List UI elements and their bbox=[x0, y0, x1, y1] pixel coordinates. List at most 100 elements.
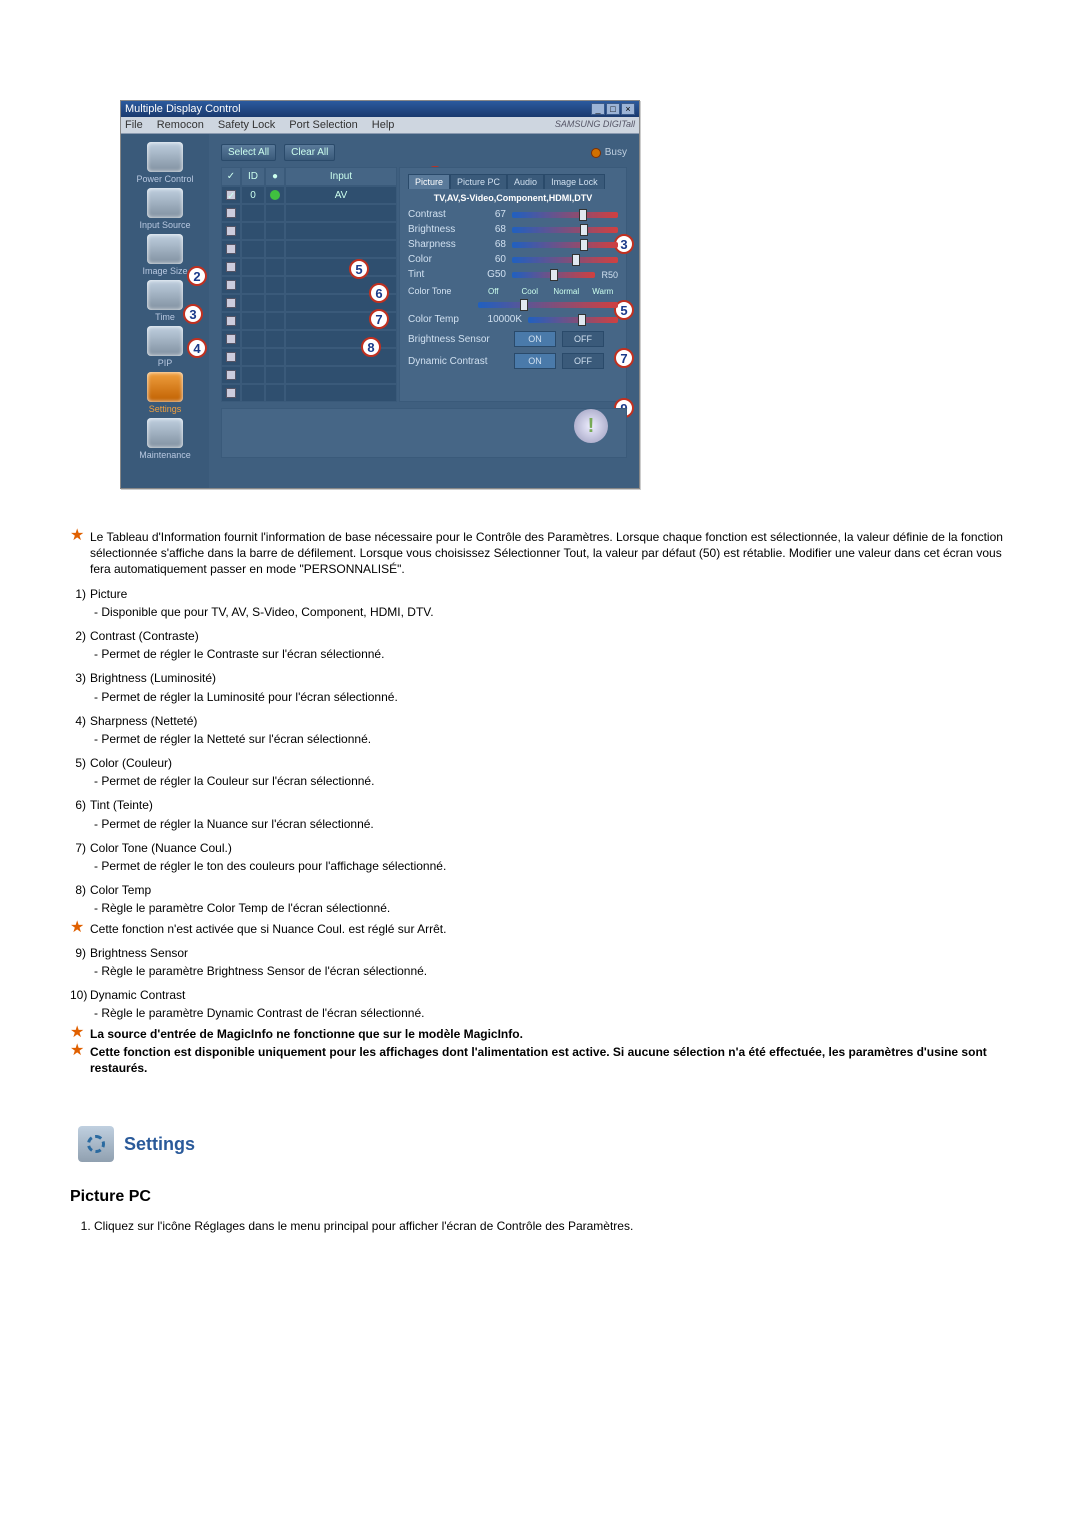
busy-dot-icon bbox=[591, 148, 601, 158]
note-colortemp: Cette fonction n'est activée que si Nuan… bbox=[90, 921, 446, 937]
row-checkbox[interactable] bbox=[226, 226, 236, 236]
row-id: 0 bbox=[241, 186, 265, 204]
tint-left: G50 bbox=[478, 269, 506, 280]
star-icon: ★ bbox=[70, 1044, 90, 1058]
sidebar-label: Image Size bbox=[142, 266, 187, 276]
row-status bbox=[265, 222, 285, 240]
row-checkbox[interactable] bbox=[226, 370, 236, 380]
maximize-icon[interactable]: □ bbox=[606, 103, 620, 115]
tab-picture[interactable]: Picture bbox=[408, 174, 450, 189]
minimize-icon[interactable]: _ bbox=[591, 103, 605, 115]
row-status bbox=[265, 186, 285, 204]
table-row[interactable] bbox=[221, 258, 397, 276]
item-title: Brightness (Luminosité) bbox=[90, 670, 216, 686]
table-row[interactable]: ✓0AV bbox=[221, 186, 397, 204]
table-row[interactable] bbox=[221, 384, 397, 402]
item-desc: - Permet de régler le ton des couleurs p… bbox=[94, 858, 1010, 874]
row-checkbox[interactable] bbox=[226, 352, 236, 362]
brightness-sensor-off[interactable]: OFF bbox=[562, 331, 604, 347]
contrast-slider[interactable] bbox=[512, 212, 618, 218]
close-icon[interactable]: × bbox=[621, 103, 635, 115]
doc-item: 3)Brightness (Luminosité) bbox=[70, 670, 1010, 686]
item-desc: - Règle le paramètre Color Temp de l'écr… bbox=[94, 900, 1010, 916]
color-tone-row: Color Tone Off Cool Normal Warm bbox=[408, 286, 618, 296]
sub-heading: Picture PC bbox=[70, 1186, 1010, 1208]
brightness-row: Brightness 68 bbox=[408, 224, 618, 235]
tone-cool[interactable]: Cool bbox=[515, 287, 546, 296]
gear-icon bbox=[87, 1135, 105, 1153]
dynamic-contrast-on[interactable]: ON bbox=[514, 353, 556, 369]
row-input bbox=[285, 384, 397, 402]
tone-off[interactable]: Off bbox=[478, 287, 509, 296]
brightness-sensor-label: Brightness Sensor bbox=[408, 334, 508, 345]
table-row[interactable] bbox=[221, 222, 397, 240]
color-temp-slider[interactable] bbox=[528, 317, 618, 323]
item-title: Contrast (Contraste) bbox=[90, 628, 199, 644]
sidebar-label: Input Source bbox=[139, 220, 190, 230]
row-checkbox[interactable] bbox=[226, 316, 236, 326]
select-all-button[interactable]: Select All bbox=[221, 144, 276, 161]
row-id bbox=[241, 294, 265, 312]
info-table: ✓ ID ● Input ✓0AV bbox=[221, 167, 397, 402]
sidebar-item-power-control[interactable]: Power Control bbox=[127, 142, 203, 184]
dynamic-contrast-off[interactable]: OFF bbox=[562, 353, 604, 369]
doc-item: 2)Contrast (Contraste) bbox=[70, 628, 1010, 644]
row-id bbox=[241, 330, 265, 348]
settings-icon bbox=[147, 372, 183, 402]
tint-slider[interactable] bbox=[512, 272, 595, 278]
menu-file[interactable]: File bbox=[125, 119, 143, 131]
color-slider[interactable] bbox=[512, 257, 618, 263]
callout-3: 3 bbox=[183, 304, 203, 324]
clear-all-button[interactable]: Clear All bbox=[284, 144, 335, 161]
brightness-sensor-on[interactable]: ON bbox=[514, 331, 556, 347]
tab-picture-pc[interactable]: Picture PC bbox=[450, 174, 507, 189]
item-number: 5) bbox=[70, 755, 90, 771]
menu-safety-lock[interactable]: Safety Lock bbox=[218, 119, 275, 131]
callout-6: 6 bbox=[369, 283, 389, 303]
th-input: Input bbox=[285, 167, 397, 186]
table-row[interactable] bbox=[221, 240, 397, 258]
tab-image-lock[interactable]: Image Lock bbox=[544, 174, 605, 189]
item-title: Dynamic Contrast bbox=[90, 987, 185, 1003]
steps-list: Cliquez sur l'icône Réglages dans le men… bbox=[94, 1218, 1010, 1234]
item-title: Tint (Teinte) bbox=[90, 797, 153, 813]
th-id: ID bbox=[241, 167, 265, 186]
row-checkbox[interactable] bbox=[226, 298, 236, 308]
note-power: Cette fonction est disponible uniquement… bbox=[90, 1044, 1010, 1076]
doc-item: 10)Dynamic Contrast bbox=[70, 987, 1010, 1003]
tone-normal[interactable]: Normal bbox=[551, 287, 582, 296]
sidebar-item-settings[interactable]: Settings bbox=[127, 372, 203, 414]
row-checkbox[interactable] bbox=[226, 244, 236, 254]
row-status bbox=[265, 204, 285, 222]
callout-5: 5 bbox=[349, 259, 369, 279]
row-checkbox[interactable]: ✓ bbox=[226, 190, 236, 200]
brightness-label: Brightness bbox=[408, 224, 472, 235]
brightness-slider[interactable] bbox=[512, 227, 618, 233]
settings-title: Settings bbox=[124, 1132, 195, 1156]
item-desc: - Règle le paramètre Dynamic Contrast de… bbox=[94, 1005, 1010, 1021]
sharpness-slider[interactable] bbox=[512, 242, 618, 248]
row-checkbox[interactable] bbox=[226, 388, 236, 398]
tint-label: Tint bbox=[408, 269, 472, 280]
table-row[interactable] bbox=[221, 204, 397, 222]
color-row: Color 60 bbox=[408, 254, 618, 265]
row-checkbox[interactable] bbox=[226, 334, 236, 344]
tone-warm[interactable]: Warm bbox=[588, 287, 619, 296]
table-row[interactable] bbox=[221, 366, 397, 384]
sidebar-item-maintenance[interactable]: Maintenance bbox=[127, 418, 203, 460]
sidebar-item-input-source[interactable]: Input Source bbox=[127, 188, 203, 230]
row-checkbox[interactable] bbox=[226, 280, 236, 290]
doc-item: 9)Brightness Sensor bbox=[70, 945, 1010, 961]
menu-help[interactable]: Help bbox=[372, 119, 395, 131]
power-icon bbox=[147, 142, 183, 172]
item-number: 2) bbox=[70, 628, 90, 644]
doc-item: 1)Picture bbox=[70, 586, 1010, 602]
item-desc: - Permet de régler la Netteté sur l'écra… bbox=[94, 731, 1010, 747]
menu-remocon[interactable]: Remocon bbox=[157, 119, 204, 131]
row-checkbox[interactable] bbox=[226, 208, 236, 218]
row-checkbox[interactable] bbox=[226, 262, 236, 272]
menu-port-selection[interactable]: Port Selection bbox=[289, 119, 357, 131]
tab-audio[interactable]: Audio bbox=[507, 174, 544, 189]
color-tone-slider[interactable] bbox=[478, 302, 618, 308]
item-title: Picture bbox=[90, 586, 127, 602]
